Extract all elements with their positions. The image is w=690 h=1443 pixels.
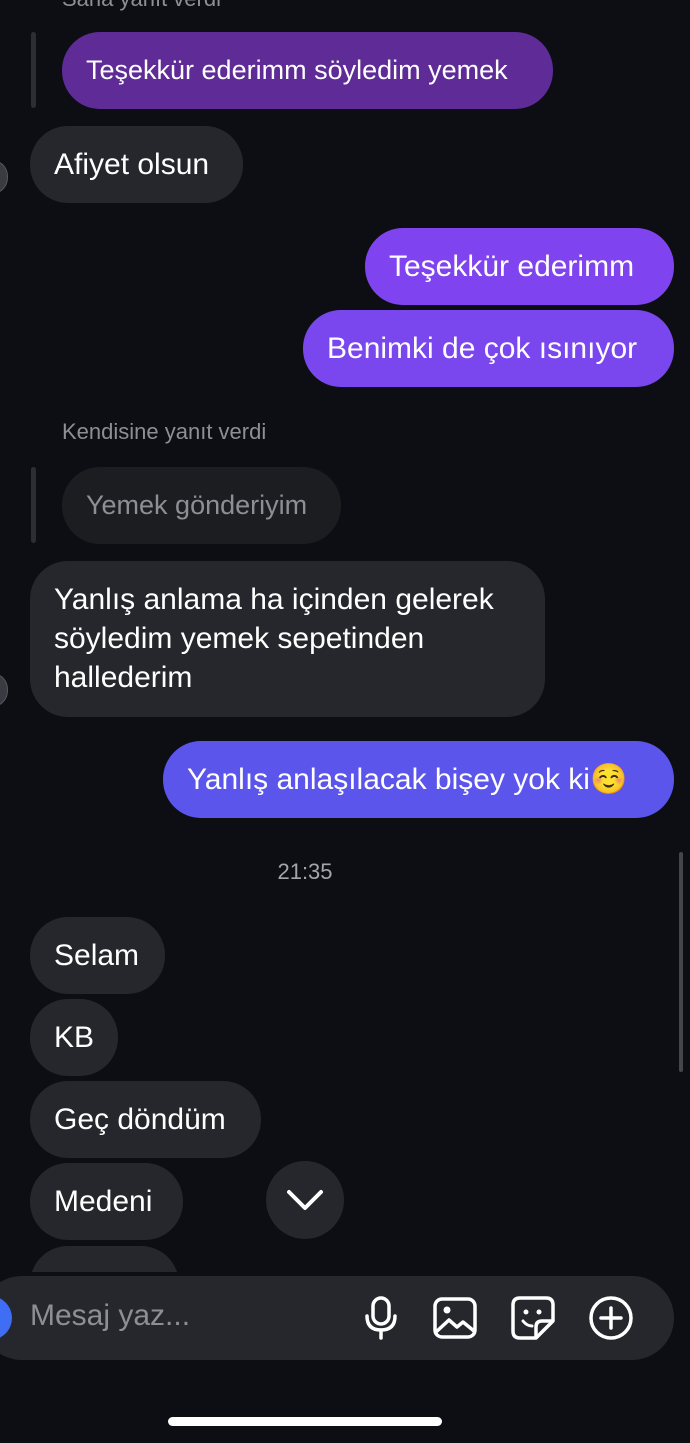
sticker-icon bbox=[511, 1296, 555, 1340]
sticker-button[interactable] bbox=[508, 1293, 558, 1343]
quoted-message-bubble[interactable]: Yemek gönderiyim bbox=[62, 467, 341, 544]
incoming-message[interactable]: Afiyet olsun bbox=[30, 126, 243, 203]
plus-icon bbox=[589, 1296, 633, 1340]
message-timestamp: 21:35 bbox=[277, 859, 333, 884]
incoming-message[interactable]: Yanlış anlama ha içinden gelerek söyledi… bbox=[30, 561, 545, 717]
microphone-icon bbox=[365, 1296, 397, 1340]
sender-avatar[interactable] bbox=[0, 160, 8, 194]
incoming-message[interactable]: Geç döndüm bbox=[30, 1081, 261, 1158]
message-line: hallederim bbox=[54, 661, 193, 694]
reply-caption-top: Sana yanıt verdi bbox=[62, 0, 221, 12]
reply-indicator-bar bbox=[31, 467, 36, 543]
message-line: Yanlış anlama ha içinden gelerek bbox=[54, 583, 494, 616]
incoming-message[interactable]: Medeni bbox=[30, 1163, 183, 1240]
chevron-down-icon bbox=[287, 1190, 323, 1210]
scroll-to-bottom-button[interactable] bbox=[266, 1161, 344, 1239]
gallery-button[interactable] bbox=[430, 1293, 480, 1343]
microphone-button[interactable] bbox=[356, 1293, 406, 1343]
outgoing-message[interactable]: Teşekkür ederimm bbox=[365, 228, 674, 305]
message-line: söyledim yemek sepetinden bbox=[54, 622, 425, 655]
incoming-message[interactable]: Selam bbox=[30, 917, 165, 994]
home-indicator bbox=[168, 1417, 442, 1426]
add-button[interactable] bbox=[586, 1293, 636, 1343]
reply-caption: Kendisine yanıt verdi bbox=[62, 419, 267, 444]
incoming-message[interactable]: KB bbox=[30, 999, 118, 1076]
outgoing-message[interactable]: Yanlış anlaşılacak bişey yok ki☺️ bbox=[163, 741, 674, 818]
outgoing-message[interactable]: Benimki de çok ısınıyor bbox=[303, 310, 674, 387]
message-input[interactable]: Mesaj yaz... bbox=[30, 1299, 190, 1333]
gallery-icon bbox=[433, 1297, 477, 1339]
quoted-message-bubble[interactable]: Teşekkür ederimm söyledim yemek bbox=[62, 32, 553, 109]
scrollbar-thumb[interactable] bbox=[679, 852, 683, 1072]
reply-indicator-bar bbox=[31, 32, 36, 108]
sender-avatar[interactable] bbox=[0, 673, 8, 707]
